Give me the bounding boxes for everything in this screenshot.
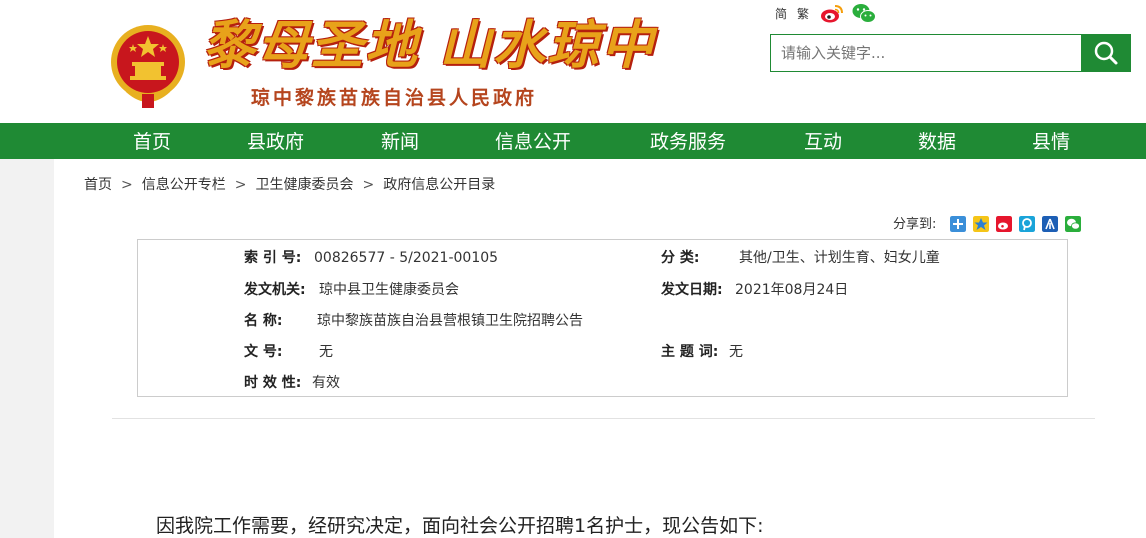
validity-label: 时 效 性:: [244, 375, 302, 391]
breadcrumb-catalog[interactable]: 政府信息公开目录: [383, 175, 495, 195]
issuer-value: 琼中县卫生健康委员会: [319, 282, 459, 298]
document-name-label: 名 称:: [244, 313, 283, 329]
nav-item-government-services[interactable]: 政务服务: [650, 123, 726, 159]
nav-item-news[interactable]: 新闻: [381, 123, 419, 159]
document-info-box: 索 引 号: 00826577 - 5/2021-00105 分 类: 其他/卫…: [137, 239, 1068, 397]
share-label: 分享到:: [893, 217, 937, 232]
breadcrumb-health-commission[interactable]: 卫生健康委员会: [255, 175, 353, 195]
breadcrumb-info-column[interactable]: 信息公开专栏: [142, 175, 226, 195]
breadcrumb-separator: >: [362, 177, 375, 193]
nav-item-county-profile[interactable]: 县情: [1032, 123, 1070, 159]
subject-value: 无: [729, 344, 743, 360]
site-name: 琼中黎族苗族自治县人民政府: [251, 87, 538, 109]
search-icon: [1094, 41, 1118, 65]
issuer-label: 发文机关:: [244, 282, 306, 298]
validity-value: 有效: [312, 375, 340, 391]
site-slogan: 黎母圣地 山水琼中: [203, 15, 656, 76]
lang-traditional-link[interactable]: 繁: [797, 6, 809, 22]
share-weibo-icon[interactable]: [996, 216, 1012, 232]
share-wechat-icon[interactable]: [1065, 216, 1081, 232]
weibo-icon[interactable]: [820, 4, 844, 24]
search-button[interactable]: [1081, 34, 1131, 72]
category-value: 其他/卫生、计划生育、妇女儿童: [739, 250, 940, 266]
site-header: 黎母圣地 山水琼中 琼中黎族苗族自治县人民政府 简 繁: [0, 0, 1146, 123]
subject-label: 主 题 词:: [661, 344, 719, 360]
content-divider: [112, 418, 1095, 419]
share-renren-icon[interactable]: [1042, 216, 1058, 232]
share-tencent-icon[interactable]: [1019, 216, 1035, 232]
left-gray-strip: [0, 159, 54, 538]
national-emblem-icon: [111, 25, 185, 108]
category-label: 分 类:: [661, 250, 700, 266]
lang-simplified-link[interactable]: 简: [775, 6, 787, 22]
nav-item-interaction[interactable]: 互动: [804, 123, 842, 159]
index-number-label: 索 引 号:: [244, 250, 302, 266]
document-number-value: 无: [319, 344, 333, 360]
wechat-icon[interactable]: [852, 3, 876, 24]
main-nav: 首页 县政府 新闻 信息公开 政务服务 互动 数据 县情: [0, 123, 1146, 159]
breadcrumb: 首页 > 信息公开专栏 > 卫生健康委员会 > 政府信息公开目录: [84, 175, 495, 195]
article-first-paragraph: 因我院工作需要，经研究决定，面向社会公开招聘1名护士，现公告如下:: [156, 515, 764, 537]
nav-item-data[interactable]: 数据: [918, 123, 956, 159]
issue-date-label: 发文日期:: [661, 282, 723, 298]
issue-date-value: 2021年08月24日: [735, 282, 849, 298]
nav-item-county-government[interactable]: 县政府: [247, 123, 304, 159]
breadcrumb-separator: >: [121, 177, 133, 193]
breadcrumb-separator: >: [234, 177, 247, 193]
share-qzone-icon[interactable]: [973, 216, 989, 232]
share-more-icon[interactable]: [950, 216, 966, 232]
breadcrumb-home[interactable]: 首页: [84, 175, 112, 195]
search-input[interactable]: [770, 34, 1082, 72]
index-number-value: 00826577 - 5/2021-00105: [314, 250, 499, 266]
document-name-value: 琼中黎族苗族自治县营根镇卫生院招聘公告: [317, 313, 583, 329]
nav-item-home[interactable]: 首页: [133, 123, 171, 159]
nav-item-information-disclosure[interactable]: 信息公开: [495, 123, 571, 159]
document-number-label: 文 号:: [244, 344, 283, 360]
